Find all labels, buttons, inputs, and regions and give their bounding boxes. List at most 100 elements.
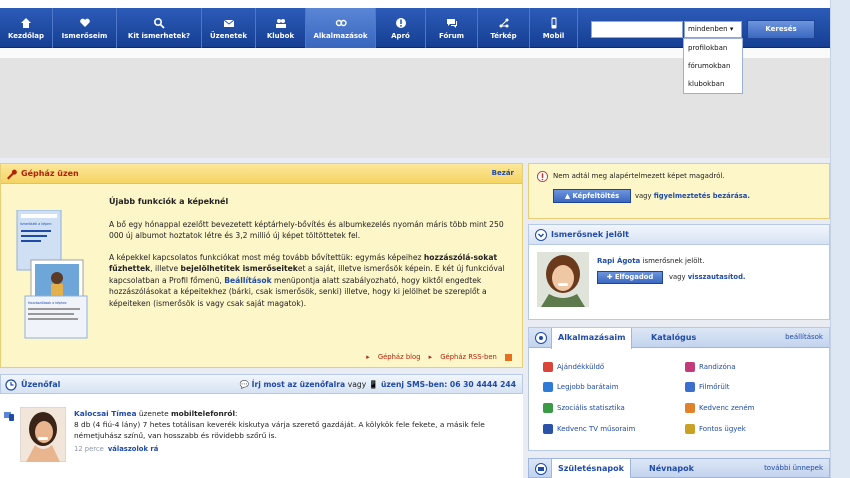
stats-icon [543,403,553,413]
app-item-best-friends[interactable]: Legjobb barátaim [543,382,619,392]
top-strip [0,0,850,8]
messages-icon [223,17,235,29]
rss-link-label: Gépház RSS-ben [440,353,497,361]
clock-icon [5,379,17,391]
nav-label: Térkép [490,31,517,40]
search-button[interactable]: Keresés [747,20,815,39]
nav-item-forum[interactable]: Fórum [426,8,478,48]
more-celebrations-link[interactable]: további ünnepek [764,464,823,472]
celebrations-panel: Születésnapok Névnapok további ünnepek [528,458,830,478]
app-label: Filmőrült [699,383,730,391]
illus-caption-2: Hozzászólások a képhez [28,301,67,305]
scope-option-forums[interactable]: fórumokban [684,57,742,75]
message-source: mobiltelefonról [170,409,236,418]
chevron-down-icon: ▾ [729,25,734,33]
mobile-icon [548,17,560,29]
message-wall-header: Üzenőfal 💬 Írj most az üzenőfalra vagy 📱… [0,374,523,394]
home-icon [20,17,32,29]
star-icon [543,382,553,392]
nav-label: Mobil [542,31,565,40]
friend-request-title: Ismerősnek jelölt [551,230,629,239]
avatar[interactable] [537,252,589,307]
nav-item-map[interactable]: Térkép [478,8,530,48]
illus-caption-1: Ismerőseik a képen: [20,222,52,226]
mobile-message-icon [4,412,14,421]
tab-namedays[interactable]: Névnapok [643,459,700,478]
nav-label: Fórum [438,31,465,40]
nav-item-messages[interactable]: Üzenetek [202,8,256,48]
chat-bubble-icon [535,463,547,475]
search-scope-value: mindenben [688,25,728,33]
gift-icon [543,362,553,372]
apps-panel: Alkalmazásaim Katalógus beállítások Aján… [528,327,830,451]
close-link[interactable]: Bezár [492,169,514,177]
apps-icon [335,17,347,29]
profile-photo-notice: Nem adtál meg alapértelmezett képet maga… [528,163,830,219]
blog-link[interactable]: ▸ Gépház blog [366,353,420,361]
nav-item-home[interactable]: Kezdőlap [0,8,53,48]
app-item-movies[interactable]: Filmőrült [685,382,730,392]
app-item-gift[interactable]: Ajándékküldő [543,362,604,372]
avatar[interactable] [20,407,66,462]
tab-catalog[interactable]: Katalógus [645,328,702,348]
nav-label: Üzenetek [210,31,247,40]
app-item-tv[interactable]: Kedvenc TV műsoraim [543,424,635,434]
warning-icon [537,171,548,182]
scope-option-clubs[interactable]: klubokban [684,75,742,93]
photo-feature-illustration: Ismerőseik a képen: Hozzászólások a képh… [16,210,88,339]
upload-label: Képfeltöltés [572,192,620,200]
settings-link[interactable]: Beállítások [224,276,271,285]
tab-birthdays[interactable]: Születésnapok [551,459,631,478]
app-item-music[interactable]: Kedvenc zeném [685,403,755,413]
scope-option-profiles[interactable]: profilokban [684,39,742,57]
dismiss-notice-link[interactable]: figyelmeztetés bezárása. [654,192,750,200]
search-scope-select[interactable]: mindenben ▾ [684,21,742,38]
nav-label: Kit ismerhetek? [127,31,191,40]
heart-icon [685,362,695,372]
nav-item-apps[interactable]: Alkalmazások [306,8,376,48]
app-label: Legjobb barátaim [557,383,619,391]
notice-tail: vagy figyelmeztetés bezárása. [635,192,750,200]
or-text: vagy [635,192,652,200]
requester-name[interactable]: Rapi Ágota [597,257,640,265]
chat-icon: 💬 [239,380,249,389]
flower-icon [685,424,695,434]
people-search-icon [153,17,165,29]
nav-item-clubs[interactable]: Klubok [256,8,306,48]
reject-link[interactable]: visszautasítod. [688,273,746,281]
phone-icon: 📱 [368,380,379,389]
tv-icon [543,424,553,434]
accept-label: Elfogadod [614,273,654,281]
nav-item-mobile[interactable]: Mobil [530,8,578,48]
write-wall-link[interactable]: Írj most az üzenőfalra [252,380,345,389]
apps-circle-icon [535,332,547,344]
gephaz-footer: ▸ Gépház blog ▸ Gépház RSS-ben [360,353,512,361]
notice-text: Nem adtál meg alapértelmezett képet maga… [553,172,725,180]
app-item-stats[interactable]: Szociális statisztika [543,403,625,413]
text-fragment: A képekkel kapcsolatos funkciókat most m… [109,252,424,262]
apps-settings-link[interactable]: beállítások [785,333,823,341]
search-input[interactable] [591,21,683,38]
app-item-dating[interactable]: Randizóna [685,362,736,372]
app-label: Fontos ügyek [699,425,746,433]
rss-link[interactable]: ▸ Gépház RSS-ben [429,353,512,361]
app-item-causes[interactable]: Fontos ügyek [685,424,746,434]
friends-icon [79,17,91,29]
sender-name[interactable]: Kalocsai Tímea [74,409,136,418]
gephaz-body: Újabb funkciók a képeknél A bő egy hónap… [109,196,509,319]
gephaz-header: Gépház üzen Bezár [1,164,522,184]
upload-photo-button[interactable]: ▲ Képfeltöltés [553,189,631,203]
accept-icon: ✚ [606,273,613,281]
message-header: Kalocsai Tímea üzenete mobiltelefonról: [74,408,514,419]
tab-my-apps[interactable]: Alkalmazásaim [551,328,633,349]
accept-button[interactable]: ✚ Elfogadod [597,271,663,284]
nav-item-ads[interactable]: Apró [376,8,426,48]
gephaz-title: Gépház üzen [21,169,79,178]
nav-label: Klubok [266,31,295,40]
gephaz-panel: Gépház üzen Bezár Ismerőseik a képen: Ho… [0,163,523,368]
upload-icon: ▲ [564,192,571,200]
reply-link[interactable]: válaszolok rá [108,445,158,453]
nav-item-friends[interactable]: Ismerőseim [53,8,117,48]
friend-request-tail: vagy visszautasítod. [669,273,746,281]
nav-item-people-search[interactable]: Kit ismerhetek? [117,8,202,48]
